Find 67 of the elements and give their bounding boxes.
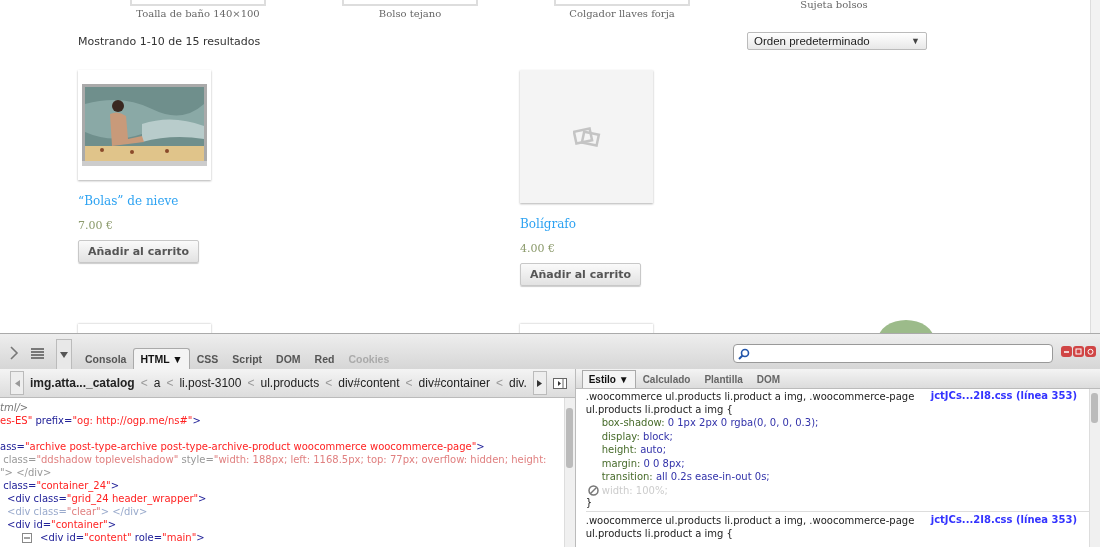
scrollbar[interactable] <box>563 398 575 547</box>
product-price: 4.00 € <box>520 242 555 255</box>
left-arrow-icon[interactable] <box>14 379 20 387</box>
breadcrumb[interactable]: img.atta..._catalog <box>30 376 135 390</box>
breadcrumb[interactable]: li.post-3100 <box>179 376 242 390</box>
dropdown-button[interactable] <box>56 339 72 369</box>
breadcrumb[interactable]: ul.products <box>260 376 320 390</box>
add-to-cart-button[interactable]: Añadir al carrito <box>520 263 642 286</box>
panel-tab[interactable]: Script <box>225 348 270 369</box>
source-link[interactable]: jctJCs...2I8.css (línea 353) <box>930 514 1077 525</box>
search-field[interactable] <box>733 344 1053 363</box>
separator: < <box>166 376 174 390</box>
code-line[interactable]: ass="archive post-type-archive post-type-archive-product woocommerce woocommerce-page"> <box>0 440 564 453</box>
chevron-icon[interactable] <box>10 346 19 360</box>
closing-brace: } <box>585 497 594 508</box>
breadcrumb[interactable]: div. <box>509 376 527 390</box>
scrollbar[interactable] <box>1090 0 1100 333</box>
placeholder-icon <box>572 125 601 148</box>
product-image[interactable] <box>78 70 211 180</box>
product-caption[interactable]: Sujeta bolsos <box>800 0 868 10</box>
collapse-icon[interactable] <box>22 532 32 543</box>
separator: < <box>140 376 148 390</box>
caret-icon[interactable] <box>60 351 68 358</box>
panel-tab[interactable]: Red <box>307 348 342 369</box>
right-arrow-icon[interactable] <box>537 379 543 387</box>
result-count: Mostrando 1-10 de 15 resultados <box>78 34 261 48</box>
css-property[interactable]: margin: 0 0 8px; <box>585 456 1089 470</box>
product-caption[interactable]: Bolso tejano <box>378 8 442 19</box>
side-panel-tab[interactable]: DOM <box>749 370 788 388</box>
breadcrumb[interactable]: div#content <box>338 376 400 390</box>
breadcrumb[interactable]: a <box>153 376 161 390</box>
breadcrumb[interactable]: div#container <box>418 376 490 390</box>
search-icon <box>738 347 750 360</box>
css-selector: .woocommerce ul.products li.product a img, .woocommerce-page ul.products li.product a img { <box>585 390 916 416</box>
css-property[interactable]: box-shadow: 0 1px 2px 0 rgba(0, 0, 0, 0.3); <box>585 416 1089 430</box>
scroll-right-button[interactable] <box>532 371 547 395</box>
product-caption[interactable]: Colgador llaves forja <box>569 8 675 19</box>
panel-tab[interactable]: HTML ▼ <box>133 348 190 369</box>
code-line[interactable]: es-ES" prefix="og: http://ogp.me/ns#"> <box>0 414 564 427</box>
code-line[interactable]: <div id="content" role="main"> <box>0 531 564 544</box>
separator: < <box>325 376 333 390</box>
code-line[interactable]: <div class="grid_24 header_wrapper"> <box>0 492 564 505</box>
product-caption[interactable]: Toalla de baño 140×100 <box>136 8 260 19</box>
side-panel-tab[interactable]: Calculado <box>635 370 698 388</box>
menu-icon[interactable] <box>31 347 44 359</box>
separator: < <box>247 376 255 390</box>
css-selector: .woocommerce ul.products li.product a img, .woocommerce-page ul.products li.product a img { <box>585 514 916 540</box>
css-property[interactable]: display: block; <box>585 429 1089 443</box>
separator: < <box>496 376 503 390</box>
code-line[interactable]: tml/> <box>0 401 564 414</box>
css-property[interactable]: transition: all 0.2s ease-in-out 0s; <box>585 470 1089 484</box>
source-link[interactable]: jctJCs...2I8.css (línea 353) <box>930 390 1077 401</box>
panel-tab[interactable]: Consola <box>78 348 134 369</box>
css-property[interactable]: height: auto; <box>585 443 1089 457</box>
side-panel-tab[interactable]: Estilo ▼ <box>581 370 636 388</box>
add-to-cart-button[interactable]: Añadir al carrito <box>78 240 200 263</box>
scroll-left-button[interactable] <box>10 371 24 395</box>
sort-dropdown[interactable]: Orden predeterminado ▼ <box>747 32 927 50</box>
code-line[interactable]: <div id="container"> <box>0 518 564 531</box>
scrollbar[interactable] <box>1089 389 1100 547</box>
separator: < <box>405 376 413 390</box>
panel-tab[interactable]: CSS <box>189 348 226 369</box>
panel-tab[interactable]: DOM <box>269 348 308 369</box>
product-price: 7.00 € <box>78 219 113 232</box>
side-panel-tab[interactable]: Plantilla <box>697 370 750 388</box>
code-line[interactable]: class="container_24"> <box>0 479 564 492</box>
panel-toggle-icon[interactable] <box>552 377 567 389</box>
